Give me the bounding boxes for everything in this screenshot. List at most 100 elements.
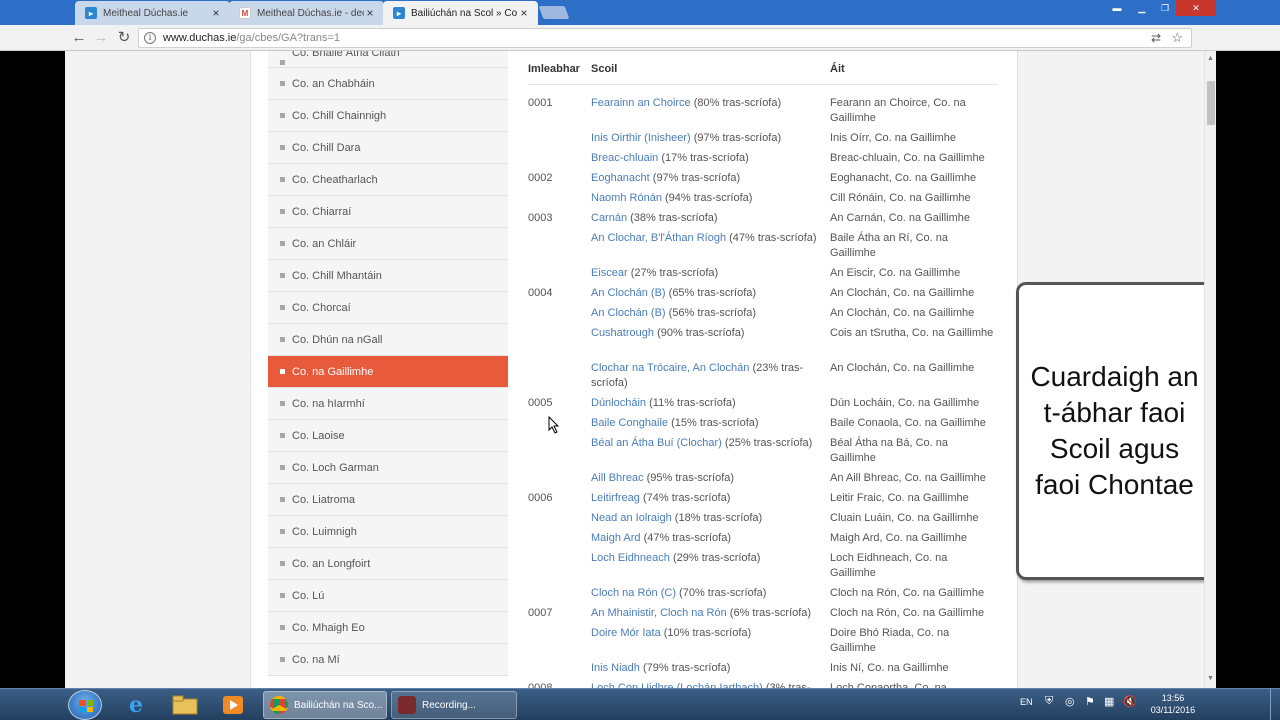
taskbar-chrome-button[interactable]: Bailiúchán na Sco... <box>263 691 387 719</box>
reload-icon[interactable]: ↻ <box>113 28 135 48</box>
school-link[interactable]: Breac-chluain <box>591 152 658 164</box>
language-indicator[interactable]: EN <box>1020 697 1033 707</box>
county-item[interactable]: Co. Chill Chainnigh <box>268 100 508 132</box>
school-link[interactable]: Inis Oirthir (Inisheer) <box>591 132 691 144</box>
transcription-percent: (97% tras-scríofa) <box>652 172 741 184</box>
transcription-percent: (80% tras-scríofa) <box>693 97 782 109</box>
close-icon[interactable]: × <box>210 6 222 20</box>
school-cell: An Mhainistir, Cloch na Rón (6% tras-scr… <box>591 606 819 621</box>
media-player-icon[interactable] <box>213 692 253 718</box>
show-desktop-button[interactable] <box>1270 689 1280 720</box>
tab-gmail[interactable]: M Meitheal Dúchas.ie - deo × <box>229 1 384 25</box>
close-icon[interactable]: × <box>518 6 530 20</box>
school-link[interactable]: Loch Eidhneach <box>591 552 670 564</box>
tab-meitheal-duchas[interactable]: ▸ Meitheal Dúchas.ie × <box>75 1 230 25</box>
county-item[interactable]: Co. Laoise <box>268 420 508 452</box>
transcription-percent: (47% tras-scríofa) <box>729 232 817 244</box>
place-cell: Eoghanacht, Co. na Gaillimhe <box>830 172 977 184</box>
scroll-down-icon[interactable]: ▼ <box>1207 675 1214 682</box>
county-item[interactable]: Co. an Chabháin <box>268 68 508 100</box>
school-link[interactable]: Eoghanacht <box>591 172 650 184</box>
county-item[interactable]: Co. Chiarraí <box>268 196 508 228</box>
school-link[interactable]: Béal an Átha Buí (Clochar) <box>591 437 722 449</box>
county-item[interactable]: Co. na Mí <box>268 644 508 676</box>
system-clock[interactable]: 13:56 03/11/2016 <box>1148 692 1198 716</box>
school-link[interactable]: Cloch na Rón (C) <box>591 587 676 599</box>
school-link[interactable]: Dúnlocháin <box>591 397 646 409</box>
file-explorer-icon[interactable] <box>165 692 205 718</box>
flag-icon[interactable]: ⚑ <box>1085 695 1095 708</box>
school-cell: Dúnlocháin (11% tras-scríofa) <box>591 396 819 411</box>
county-item[interactable]: Co. Bhaile Átha Cliath <box>268 51 508 68</box>
close-window-button[interactable]: ✕ <box>1176 0 1216 16</box>
school-link[interactable]: Aill Bhreac <box>591 472 644 484</box>
security-shield-icon[interactable]: ⛨ <box>1045 695 1053 708</box>
network-icon[interactable]: ▦ <box>1104 695 1114 708</box>
county-item[interactable]: Co. Chill Mhantáin <box>268 260 508 292</box>
county-item[interactable]: Co. Chill Dara <box>268 132 508 164</box>
forward-icon[interactable]: → <box>90 28 112 48</box>
place-cell: Cill Rónáin, Co. na Gaillimhe <box>830 192 971 204</box>
school-link[interactable]: Carnán <box>591 212 627 224</box>
internet-explorer-icon[interactable]: e <box>116 692 156 718</box>
tab-bailiuchan-na-scol[interactable]: ▸ Bailiúchán na Scol » Co. G × <box>383 1 538 25</box>
county-item[interactable]: Co. Mhaigh Eo <box>268 612 508 644</box>
school-link[interactable]: An Clochar, B'l'Áthan Ríogh <box>591 232 726 244</box>
vertical-scrollbar[interactable]: ▲ ▼ <box>1204 51 1216 688</box>
school-link[interactable]: An Clochán (B) <box>591 307 666 319</box>
taskbar-chrome-label: Bailiúchán na Sco... <box>294 699 383 711</box>
school-link[interactable]: Inis Niadh <box>591 662 640 674</box>
taskbar-recording-button[interactable]: Recording... <box>391 691 517 719</box>
school-link[interactable]: Nead an Iolraigh <box>591 512 672 524</box>
county-label: Co. na hIarmhí <box>292 397 365 410</box>
school-link[interactable]: An Clochán (B) <box>591 287 666 299</box>
county-item[interactable]: Co. Lú <box>268 580 508 612</box>
place-cell: Inis Oírr, Co. na Gaillimhe <box>830 132 956 144</box>
county-item[interactable]: Co. Loch Garman <box>268 452 508 484</box>
school-link[interactable]: Leitirfreag <box>591 492 640 504</box>
place-cell: Doire Bhó Riada, Co. na Gaillimhe <box>830 627 950 654</box>
county-item[interactable]: Co. Chorcaí <box>268 292 508 324</box>
info-icon[interactable]: i <box>144 32 156 44</box>
school-link[interactable]: Baile Conghaile <box>591 417 668 429</box>
school-link[interactable]: Eiscear <box>591 267 628 279</box>
county-item[interactable]: Co. Cheatharlach <box>268 164 508 196</box>
close-icon[interactable]: × <box>364 6 376 20</box>
new-tab-button[interactable] <box>538 6 570 19</box>
transcription-percent: (17% tras-scríofa) <box>661 152 749 164</box>
bullet-square-icon <box>280 241 285 246</box>
back-icon[interactable]: ← <box>68 28 90 48</box>
school-cell: Aill Bhreac (95% tras-scríofa) <box>591 471 819 486</box>
maximize-button[interactable]: ❐ <box>1154 0 1176 16</box>
school-link[interactable]: Fearainn an Choirce <box>591 97 691 109</box>
start-button[interactable] <box>68 690 102 720</box>
network-globe-icon[interactable]: ◎ <box>1065 695 1075 708</box>
county-item[interactable]: Co. Dhún na nGall <box>268 324 508 356</box>
county-item[interactable]: Co. Luimnigh <box>268 516 508 548</box>
volume-number: 0002 <box>528 172 553 184</box>
school-cell: Loch Con Uidhre (Lochán Iarthach) (3% tr… <box>591 681 819 688</box>
user-icon[interactable]: ▬ <box>1105 0 1129 16</box>
address-bar[interactable]: i www.duchas.ie/ga/cbes/GA?trans=1 ⇄ ☆ <box>138 28 1192 48</box>
school-link[interactable]: Maigh Ard <box>591 532 641 544</box>
county-item[interactable]: Co. Liatroma <box>268 484 508 516</box>
county-item[interactable]: Co. na Gaillimhe <box>268 356 508 388</box>
school-link[interactable]: Clochar na Trócaire, An Clochán <box>591 362 749 374</box>
school-link[interactable]: An Mhainistir, Cloch na Rón <box>591 607 727 619</box>
bullet-square-icon <box>280 529 285 534</box>
school-link[interactable]: Cushatrough <box>591 327 654 339</box>
county-item[interactable]: Co. an Longfoirt <box>268 548 508 580</box>
translate-icon[interactable]: ⇄ <box>1151 31 1161 45</box>
minimize-button[interactable]: ▁ <box>1130 0 1154 16</box>
scroll-up-icon[interactable]: ▲ <box>1207 55 1214 62</box>
county-item[interactable]: Co. na hIarmhí <box>268 388 508 420</box>
county-item[interactable]: Co. an Chláir <box>268 228 508 260</box>
volume-muted-icon[interactable]: 🔇 <box>1123 695 1137 708</box>
bookmark-star-icon[interactable]: ☆ <box>1171 30 1183 46</box>
url-path: /ga/cbes/GA?trans=1 <box>236 32 341 44</box>
school-link[interactable]: Naomh Rónán <box>591 192 662 204</box>
school-link[interactable]: Doire Mór Iata <box>591 627 661 639</box>
bullet-square-icon <box>280 369 285 374</box>
place-cell: An Aill Bhreac, Co. na Gaillimhe <box>830 472 986 484</box>
scrollbar-thumb[interactable] <box>1207 81 1215 125</box>
